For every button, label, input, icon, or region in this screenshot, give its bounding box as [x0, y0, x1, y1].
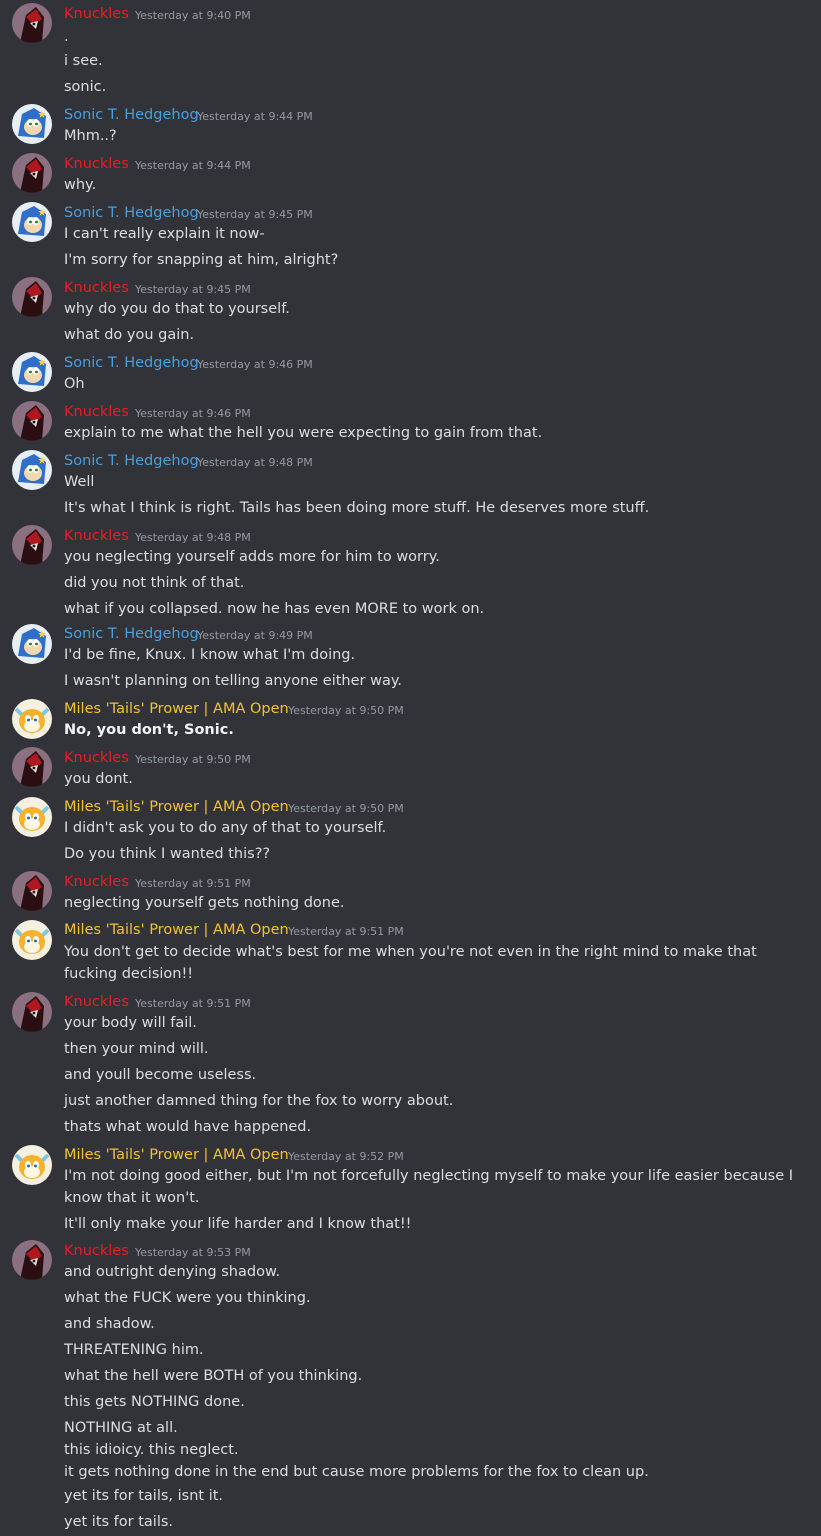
- message-line: why.: [64, 177, 97, 193]
- avatar[interactable]: [12, 3, 52, 43]
- timestamp: Yesterday at 9:44 PM: [135, 159, 251, 172]
- message-line: I'm sorry for snapping at him, alright?: [64, 252, 339, 268]
- avatar[interactable]: [12, 525, 52, 565]
- message-line: and shadow.: [64, 1316, 155, 1332]
- message-line: yet its for tails, isnt it.: [64, 1488, 224, 1504]
- message-line: .: [64, 29, 69, 45]
- timestamp: Yesterday at 9:51 PM: [288, 925, 404, 938]
- avatar[interactable]: [12, 1240, 52, 1280]
- message-line: I can't really explain it now-: [64, 226, 265, 242]
- avatar[interactable]: [12, 450, 52, 490]
- avatar[interactable]: [12, 871, 52, 911]
- username[interactable]: Knuckles: [64, 403, 129, 421]
- timestamp: Yesterday at 9:48 PM: [197, 456, 313, 469]
- username[interactable]: Sonic T. Hedgehog: [64, 625, 199, 643]
- message-line: this idioicy. this neglect.: [64, 1442, 239, 1458]
- message-line: I wasn't planning on telling anyone eith…: [64, 673, 402, 689]
- message-line: It's what I think is right. Tails has be…: [64, 500, 650, 516]
- message-line: THREATENING him.: [64, 1342, 204, 1358]
- avatar[interactable]: [12, 624, 52, 664]
- message-line: sonic.: [64, 79, 107, 95]
- avatar[interactable]: [12, 699, 52, 739]
- timestamp: Yesterday at 9:40 PM: [135, 9, 251, 22]
- message-line: NOTHING at all.: [64, 1420, 178, 1436]
- message-line: you neglecting yourself adds more for hi…: [64, 549, 440, 565]
- username[interactable]: Sonic T. Hedgehog: [64, 354, 199, 372]
- message-line: I'd be fine, Knux. I know what I'm doing…: [64, 647, 356, 663]
- avatar[interactable]: [12, 153, 52, 193]
- message-line: I'm not doing good either, but I'm not f…: [64, 1168, 794, 1206]
- message-line: it gets nothing done in the end but caus…: [64, 1464, 649, 1480]
- avatar[interactable]: [12, 352, 52, 392]
- timestamp: Yesterday at 9:53 PM: [135, 1246, 251, 1259]
- avatar[interactable]: [12, 747, 52, 787]
- username[interactable]: Knuckles: [64, 5, 129, 23]
- message-line: what the FUCK were you thinking.: [64, 1290, 311, 1306]
- avatar[interactable]: [12, 920, 52, 960]
- message-line: you dont.: [64, 771, 133, 787]
- username[interactable]: Knuckles: [64, 993, 129, 1011]
- message-line: this gets NOTHING done.: [64, 1394, 245, 1410]
- message-line: did you not think of that.: [64, 575, 245, 591]
- username[interactable]: Miles 'Tails' Prower | AMA Open: [64, 798, 289, 816]
- message-line: You don't get to decide what's best for …: [64, 944, 757, 982]
- username[interactable]: Miles 'Tails' Prower | AMA Open: [64, 921, 289, 939]
- message-line: and outright denying shadow.: [64, 1264, 281, 1280]
- username[interactable]: Miles 'Tails' Prower | AMA Open: [64, 1146, 289, 1164]
- timestamp: Yesterday at 9:45 PM: [197, 208, 313, 221]
- timestamp: Yesterday at 9:45 PM: [135, 283, 251, 296]
- message-line: neglecting yourself gets nothing done.: [64, 895, 345, 911]
- message-line: what the hell were BOTH of you thinking.: [64, 1368, 363, 1384]
- timestamp: Yesterday at 9:44 PM: [197, 110, 313, 123]
- username[interactable]: Knuckles: [64, 873, 129, 891]
- username[interactable]: Miles 'Tails' Prower | AMA Open: [64, 700, 289, 718]
- timestamp: Yesterday at 9:51 PM: [135, 877, 251, 890]
- avatar[interactable]: [12, 797, 52, 837]
- message-line: and youll become useless.: [64, 1067, 257, 1083]
- message-line: Mhm..?: [64, 128, 117, 144]
- message-line: Oh: [64, 376, 85, 392]
- timestamp: Yesterday at 9:51 PM: [135, 997, 251, 1010]
- avatar[interactable]: [12, 104, 52, 144]
- timestamp: Yesterday at 9:50 PM: [288, 704, 404, 717]
- avatar[interactable]: [12, 401, 52, 441]
- message-line: yet its for tails.: [64, 1514, 174, 1530]
- message-line: what if you collapsed. now he has even M…: [64, 601, 485, 617]
- message-line: why do you do that to yourself.: [64, 301, 290, 317]
- username[interactable]: Knuckles: [64, 155, 129, 173]
- timestamp: Yesterday at 9:48 PM: [135, 531, 251, 544]
- message-line: explain to me what the hell you were exp…: [64, 425, 543, 441]
- message-line: Well: [64, 474, 95, 490]
- message-line: Do you think I wanted this??: [64, 846, 271, 862]
- message-line: thats what would have happened.: [64, 1119, 312, 1135]
- timestamp: Yesterday at 9:49 PM: [197, 629, 313, 642]
- message-line: then your mind will.: [64, 1041, 209, 1057]
- message-line: your body will fail.: [64, 1015, 197, 1031]
- message-line: what do you gain.: [64, 327, 195, 343]
- message-line: just another damned thing for the fox to…: [64, 1093, 454, 1109]
- timestamp: Yesterday at 9:52 PM: [288, 1150, 404, 1163]
- avatar[interactable]: [12, 992, 52, 1032]
- timestamp: Yesterday at 9:50 PM: [288, 802, 404, 815]
- username[interactable]: Knuckles: [64, 279, 129, 297]
- avatar[interactable]: [12, 277, 52, 317]
- message-line: It'll only make your life harder and I k…: [64, 1216, 412, 1232]
- message-line: No, you don't, Sonic.: [64, 722, 234, 738]
- message-line: I didn't ask you to do any of that to yo…: [64, 820, 387, 836]
- username[interactable]: Sonic T. Hedgehog: [64, 106, 199, 124]
- username[interactable]: Knuckles: [64, 749, 129, 767]
- username[interactable]: Sonic T. Hedgehog: [64, 204, 199, 222]
- username[interactable]: Knuckles: [64, 1242, 129, 1260]
- avatar[interactable]: [12, 202, 52, 242]
- timestamp: Yesterday at 9:46 PM: [197, 358, 313, 371]
- avatar[interactable]: [12, 1145, 52, 1185]
- timestamp: Yesterday at 9:46 PM: [135, 407, 251, 420]
- timestamp: Yesterday at 9:50 PM: [135, 753, 251, 766]
- username[interactable]: Sonic T. Hedgehog: [64, 452, 199, 470]
- message-line: i see.: [64, 53, 103, 69]
- username[interactable]: Knuckles: [64, 527, 129, 545]
